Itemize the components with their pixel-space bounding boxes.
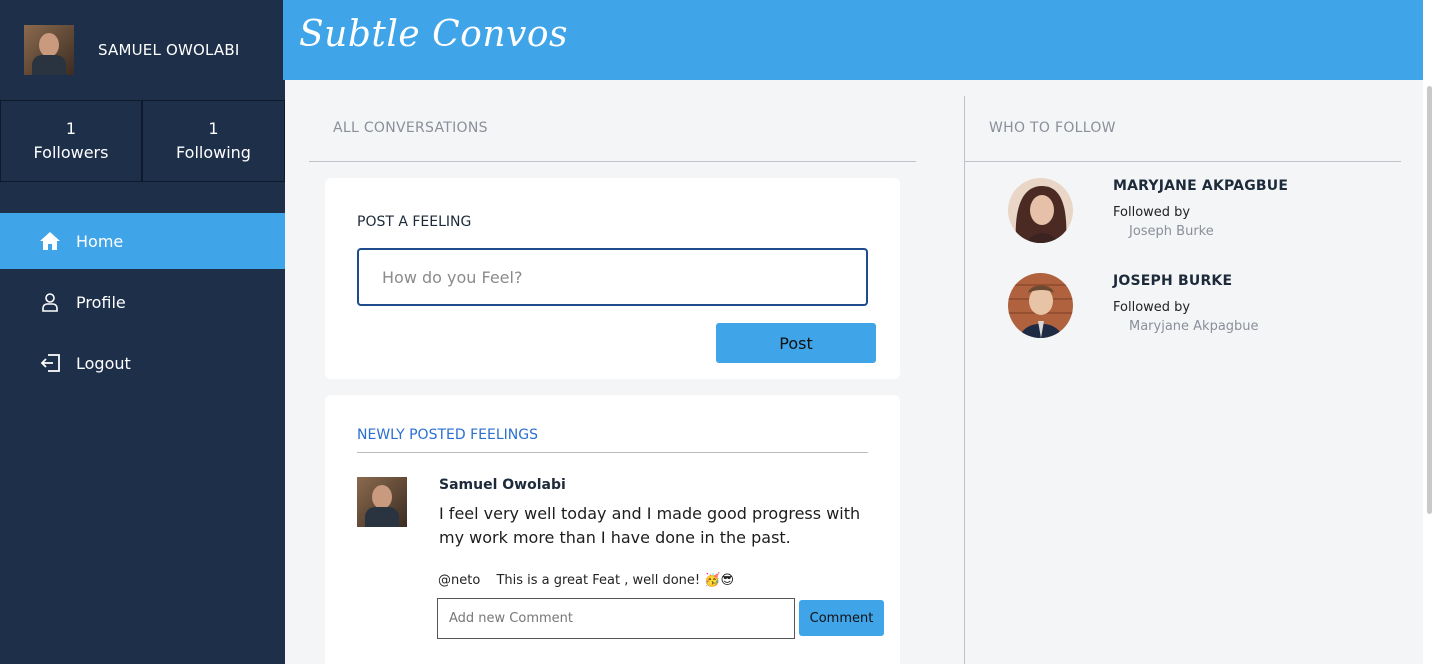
- suggestion-avatar[interactable]: [1008, 178, 1073, 243]
- comment: @neto This is a great Feat , well done! …: [438, 573, 734, 588]
- following-stat[interactable]: 1 Following: [142, 100, 285, 182]
- all-conversations-title: ALL CONVERSATIONS: [333, 120, 488, 136]
- follow-suggestion[interactable]: JOSEPH BURKE Followed by Maryjane Akpagb…: [1008, 273, 1388, 339]
- profile-header: SAMUEL OWOLABI: [0, 0, 285, 100]
- followers-count: 1: [65, 119, 77, 138]
- suggestion-name[interactable]: JOSEPH BURKE: [1113, 273, 1232, 289]
- who-to-follow-title: WHO TO FOLLOW: [989, 120, 1116, 136]
- comment-button[interactable]: Comment: [799, 600, 884, 636]
- sidebar-item-label: Profile: [76, 292, 126, 312]
- section-divider: [965, 161, 1401, 162]
- sidebar-item-profile[interactable]: Profile: [0, 274, 285, 330]
- following-label: Following: [176, 143, 251, 162]
- post-composer-card: POST A FEELING Post: [325, 178, 900, 379]
- composer-label: POST A FEELING: [357, 214, 472, 230]
- followers-label: Followers: [33, 143, 109, 162]
- sidebar-item-home[interactable]: Home: [0, 213, 285, 269]
- logout-icon: [38, 351, 62, 375]
- followed-by-label: Followed by: [1113, 300, 1191, 315]
- column-divider: [964, 96, 965, 664]
- feed-divider: [357, 452, 868, 453]
- comment-handle[interactable]: @neto: [438, 573, 480, 588]
- feed-title: NEWLY POSTED FEELINGS: [357, 427, 538, 443]
- suggestion-name[interactable]: MARYJANE AKPAGBUE: [1113, 178, 1288, 194]
- brand-logo[interactable]: Subtle Convos: [299, 14, 568, 55]
- user-icon: [38, 290, 62, 314]
- sidebar-nav: Home Profile Logout: [0, 213, 285, 391]
- post-text: I feel very well today and I made good p…: [439, 504, 861, 547]
- sidebar-item-logout[interactable]: Logout: [0, 335, 285, 391]
- avatar[interactable]: [24, 25, 74, 75]
- suggestion-avatar[interactable]: [1008, 273, 1073, 338]
- sidebar: SAMUEL OWOLABI 1 Followers 1 Following H…: [0, 0, 285, 664]
- scrollbar-thumb[interactable]: [1427, 86, 1432, 514]
- post-author-avatar[interactable]: [357, 477, 407, 527]
- feed-card: NEWLY POSTED FEELINGS Samuel Owolabi I f…: [325, 395, 900, 664]
- post-button[interactable]: Post: [716, 323, 876, 363]
- post-author[interactable]: Samuel Owolabi: [439, 477, 566, 493]
- feeling-input[interactable]: [357, 248, 868, 306]
- follow-suggestion[interactable]: MARYJANE AKPAGBUE Followed by Joseph Bur…: [1008, 178, 1388, 244]
- followers-stat[interactable]: 1 Followers: [0, 100, 142, 182]
- top-bar: Subtle Convos: [283, 0, 1423, 80]
- followed-by-label: Followed by: [1113, 205, 1191, 220]
- follow-stats: 1 Followers 1 Following: [0, 100, 285, 182]
- followed-by-name[interactable]: Joseph Burke: [1129, 224, 1214, 239]
- sidebar-item-label: Home: [76, 231, 124, 251]
- home-icon: [38, 229, 62, 253]
- following-count: 1: [208, 119, 219, 138]
- comment-input[interactable]: [437, 598, 795, 639]
- comment-text: This is a great Feat , well done! 🥳😎: [496, 573, 734, 588]
- section-divider: [309, 161, 916, 162]
- sidebar-item-label: Logout: [76, 353, 131, 373]
- followed-by-name[interactable]: Maryjane Akpagbue: [1129, 319, 1259, 334]
- profile-name: SAMUEL OWOLABI: [98, 41, 240, 59]
